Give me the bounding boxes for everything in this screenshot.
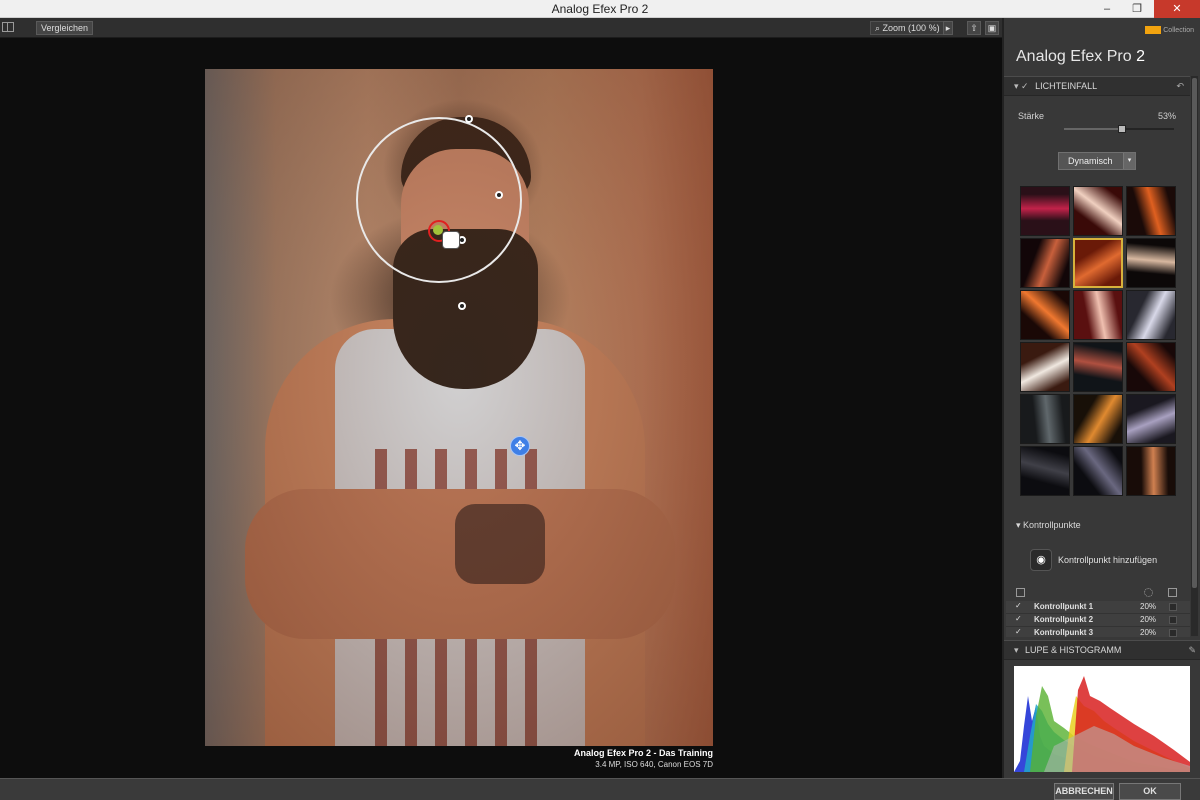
preset-thumbnail[interactable] (1020, 238, 1070, 288)
brand-logo: Collection (1145, 26, 1194, 34)
preset-thumbnail[interactable] (1020, 290, 1070, 340)
strength-slider-fill (1064, 128, 1123, 130)
collapse-arrow-icon[interactable]: ▾ (1016, 520, 1023, 530)
strength-slider-thumb[interactable] (1118, 125, 1127, 133)
chevron-down-icon[interactable]: ▾ (1123, 153, 1135, 169)
zoom-button[interactable]: ⌕ Zoom (100 %) (870, 21, 945, 35)
preset-thumbnail[interactable] (1073, 394, 1123, 444)
control-point-name: Kontrollpunkt 3 (1034, 628, 1094, 637)
pin-icon[interactable]: ⇧ (967, 21, 981, 35)
add-control-point-button[interactable]: ◉ (1030, 549, 1052, 571)
right-panel: Collection Analog Efex Pro 2 ▾ ✓ LICHTEI… (1002, 18, 1200, 778)
dropdown-value: Dynamisch (1068, 156, 1113, 166)
app-version: 2 (1136, 48, 1145, 65)
radius-handle-bottom[interactable] (458, 302, 466, 310)
control-point-percent: 20% (1140, 628, 1157, 637)
control-point-row[interactable]: ✓ Kontrollpunkt 2 20% (1006, 614, 1190, 627)
control-point-list: ✓ Kontrollpunkt 1 20% ✓ Kontrollpunkt 2 20% ✓ K… (1006, 601, 1190, 637)
selection-icon[interactable] (1144, 588, 1153, 597)
light-type-dropdown[interactable]: Dynamisch ▾ (1058, 152, 1136, 170)
section-header-histogram[interactable]: ▾ LUPE & HISTOGRAMM ✎ (1004, 640, 1200, 660)
preset-thumbnail[interactable] (1020, 342, 1070, 392)
section-title-histogram: LUPE & HISTOGRAMM (1025, 645, 1122, 655)
strength-value: 53% (1158, 111, 1177, 121)
close-button[interactable]: ✕ (1154, 0, 1200, 18)
preset-thumbnail[interactable] (1126, 342, 1176, 392)
title-bar: Analog Efex Pro 2 – ❐ ✕ (0, 0, 1200, 18)
control-point-tools (1004, 586, 1190, 600)
image-canvas[interactable]: ✥ Analog Efex Pro 2 - Das Training 3.4 M… (0, 38, 1002, 778)
zoom-label: Zoom (100 %) (882, 23, 940, 33)
app-title: Analog Efex Pro 2 (1016, 48, 1145, 66)
window-title: Analog Efex Pro 2 (551, 2, 649, 16)
section-title-control-points: Kontrollpunkte (1023, 520, 1081, 530)
preset-thumbnail[interactable] (1020, 186, 1070, 236)
strength-slider[interactable] (1064, 125, 1174, 133)
collapse-arrow-icon[interactable]: ▾ (1014, 645, 1019, 655)
mask-icon[interactable] (1168, 588, 1177, 597)
document-icon[interactable] (1016, 588, 1025, 597)
scrollbar-thumb[interactable] (1192, 78, 1197, 588)
preset-thumbnail[interactable] (1073, 446, 1123, 496)
preset-thumbnail[interactable] (1126, 446, 1176, 496)
strength-label: Stärke (1018, 111, 1045, 121)
section-header-control-points[interactable]: ▾ Kontrollpunkte (1016, 520, 1081, 531)
preset-thumbnail[interactable] (1126, 394, 1176, 444)
zoom-dropdown-button[interactable]: ▸ (943, 21, 953, 35)
preset-thumbnail[interactable] (1073, 238, 1123, 288)
control-point-row[interactable]: ✓ Kontrollpunkt 3 20% (1006, 627, 1190, 637)
reset-icon[interactable]: ↶ (1176, 77, 1184, 95)
preset-thumbnail[interactable] (1126, 238, 1176, 288)
light-leak-presets (1020, 186, 1176, 498)
move-handle-icon[interactable]: ✥ (510, 436, 530, 456)
control-point-mask-toggle[interactable] (1169, 616, 1177, 624)
collapse-arrow-icon[interactable]: ▾ ✓ (1014, 81, 1029, 91)
pin-icon[interactable]: ✎ (1188, 641, 1196, 659)
preset-thumbnail[interactable] (1073, 290, 1123, 340)
control-point-name: Kontrollpunkt 2 (1034, 615, 1094, 624)
preset-thumbnail[interactable] (1020, 394, 1070, 444)
preset-thumbnail[interactable] (1073, 186, 1123, 236)
preset-thumbnail[interactable] (1126, 186, 1176, 236)
control-point-checkbox[interactable]: ✓ (1015, 627, 1022, 636)
ok-button[interactable]: OK (1119, 783, 1181, 800)
control-point-mask-toggle[interactable] (1169, 603, 1177, 611)
control-point-radius-circle[interactable] (356, 117, 522, 283)
panel-toggle-icon[interactable]: ▣ (985, 21, 999, 35)
compare-button[interactable]: Vergleichen (36, 21, 94, 35)
cancel-button[interactable]: ABBRECHEN (1054, 783, 1114, 800)
toolbar: Vergleichen ⌕ Zoom (100 %) ▸ ⇧ ▣ (0, 18, 1002, 38)
preset-thumbnail[interactable] (1073, 342, 1123, 392)
control-point-mask-toggle[interactable] (1169, 629, 1177, 637)
radius-handle-top[interactable] (465, 115, 473, 123)
panel-scrollbar[interactable] (1191, 76, 1198, 636)
control-point-percent: 20% (1140, 615, 1157, 624)
control-point-checkbox[interactable]: ✓ (1015, 614, 1022, 623)
split-view-icon[interactable] (2, 22, 14, 32)
app-title-text: Analog Efex Pro (1016, 48, 1132, 65)
bottom-bar: ABBRECHEN OK (0, 778, 1200, 800)
brand-badge (1145, 26, 1162, 34)
radius-handle-right[interactable] (495, 191, 503, 199)
image-caption-meta: 3.4 MP, ISO 640, Canon EOS 7D (595, 760, 713, 769)
magnifier-icon: ⌕ (875, 23, 883, 33)
brand-label: Collection (1163, 26, 1194, 34)
control-point-slider-knob[interactable] (442, 231, 460, 249)
minimize-button[interactable]: – (1092, 0, 1122, 18)
control-point-checkbox[interactable]: ✓ (1015, 601, 1022, 610)
image-caption-title: Analog Efex Pro 2 - Das Training (573, 748, 713, 758)
control-point-percent: 20% (1140, 602, 1157, 611)
preset-thumbnail[interactable] (1126, 290, 1176, 340)
preset-thumbnail[interactable] (1020, 446, 1070, 496)
add-control-point-label[interactable]: Kontrollpunkt hinzufügen (1058, 555, 1157, 565)
control-point-name: Kontrollpunkt 1 (1034, 602, 1094, 611)
histogram (1014, 666, 1190, 772)
control-point-row[interactable]: ✓ Kontrollpunkt 1 20% (1006, 601, 1190, 614)
maximize-button[interactable]: ❐ (1122, 0, 1152, 18)
section-title-light: LICHTEINFALL (1035, 81, 1098, 91)
histogram-graph (1014, 676, 1190, 772)
section-header-light[interactable]: ▾ ✓ LICHTEINFALL ↶ (1004, 76, 1190, 96)
